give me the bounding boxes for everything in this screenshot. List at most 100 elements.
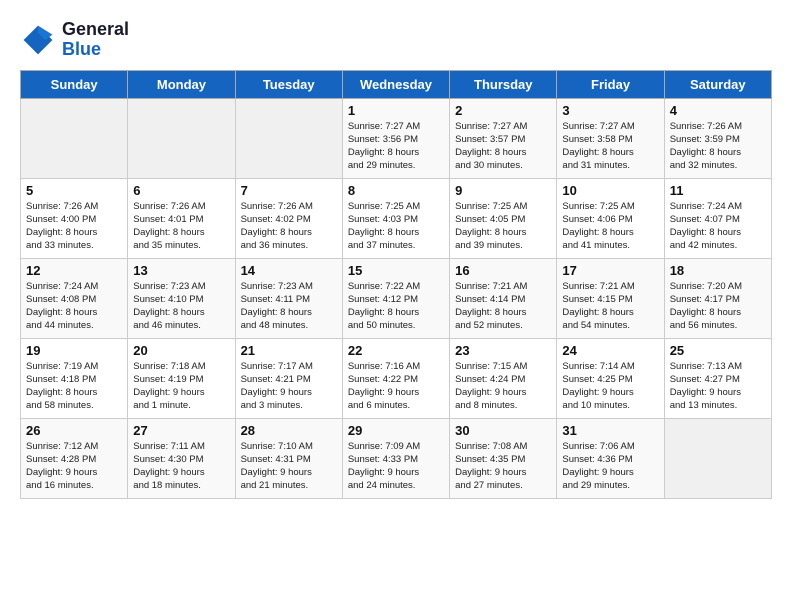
weekday-header-row: SundayMondayTuesdayWednesdayThursdayFrid… <box>21 70 772 98</box>
day-number: 24 <box>562 343 658 358</box>
calendar-cell: 8 Sunrise: 7:25 AM Sunset: 4:03 PM Daylig… <box>342 178 449 258</box>
calendar-cell: 13 Sunrise: 7:23 AM Sunset: 4:10 PM Dayli… <box>128 258 235 338</box>
day-number: 6 <box>133 183 229 198</box>
day-info: Sunrise: 7:26 AM Sunset: 3:59 PM Dayligh… <box>670 120 766 173</box>
day-number: 23 <box>455 343 551 358</box>
calendar-cell: 26 Sunrise: 7:12 AM Sunset: 4:28 PM Dayli… <box>21 418 128 498</box>
day-number: 19 <box>26 343 122 358</box>
page-header: General Blue <box>20 20 772 60</box>
calendar-cell <box>21 98 128 178</box>
day-info: Sunrise: 7:11 AM Sunset: 4:30 PM Dayligh… <box>133 440 229 493</box>
calendar-cell: 19Sunrise: 7:19 AM Sunset: 4:18 PM Dayli… <box>21 338 128 418</box>
calendar-cell: 16 Sunrise: 7:21 AM Sunset: 4:14 PM Dayli… <box>450 258 557 338</box>
day-info: Sunrise: 7:10 AM Sunset: 4:31 PM Dayligh… <box>241 440 337 493</box>
day-info: Sunrise: 7:23 AM Sunset: 4:11 PM Dayligh… <box>241 280 337 333</box>
day-number: 11 <box>670 183 766 198</box>
day-number: 21 <box>241 343 337 358</box>
day-number: 8 <box>348 183 444 198</box>
calendar-cell: 4 Sunrise: 7:26 AM Sunset: 3:59 PM Daylig… <box>664 98 771 178</box>
calendar-cell: 6 Sunrise: 7:26 AM Sunset: 4:01 PM Daylig… <box>128 178 235 258</box>
day-info: Sunrise: 7:20 AM Sunset: 4:17 PM Dayligh… <box>670 280 766 333</box>
day-info: Sunrise: 7:15 AM Sunset: 4:24 PM Dayligh… <box>455 360 551 413</box>
calendar-cell: 7 Sunrise: 7:26 AM Sunset: 4:02 PM Daylig… <box>235 178 342 258</box>
logo: General Blue <box>20 20 129 60</box>
day-info: Sunrise: 7:24 AM Sunset: 4:07 PM Dayligh… <box>670 200 766 253</box>
calendar-week-row: 12Sunrise: 7:24 AM Sunset: 4:08 PM Dayli… <box>21 258 772 338</box>
day-number: 22 <box>348 343 444 358</box>
calendar-cell: 30 Sunrise: 7:08 AM Sunset: 4:35 PM Dayli… <box>450 418 557 498</box>
day-info: Sunrise: 7:23 AM Sunset: 4:10 PM Dayligh… <box>133 280 229 333</box>
calendar-cell: 15Sunrise: 7:22 AM Sunset: 4:12 PM Dayli… <box>342 258 449 338</box>
day-number: 3 <box>562 103 658 118</box>
day-number: 26 <box>26 423 122 438</box>
calendar-cell: 17Sunrise: 7:21 AM Sunset: 4:15 PM Dayli… <box>557 258 664 338</box>
calendar-cell: 27 Sunrise: 7:11 AM Sunset: 4:30 PM Dayli… <box>128 418 235 498</box>
day-number: 28 <box>241 423 337 438</box>
calendar-week-row: 5 Sunrise: 7:26 AM Sunset: 4:00 PM Daylig… <box>21 178 772 258</box>
calendar-week-row: 26 Sunrise: 7:12 AM Sunset: 4:28 PM Dayli… <box>21 418 772 498</box>
day-number: 15 <box>348 263 444 278</box>
weekday-header: Monday <box>128 70 235 98</box>
calendar-cell: 11 Sunrise: 7:24 AM Sunset: 4:07 PM Dayli… <box>664 178 771 258</box>
day-info: Sunrise: 7:25 AM Sunset: 4:06 PM Dayligh… <box>562 200 658 253</box>
day-number: 16 <box>455 263 551 278</box>
day-info: Sunrise: 7:21 AM Sunset: 4:14 PM Dayligh… <box>455 280 551 333</box>
day-number: 27 <box>133 423 229 438</box>
day-info: Sunrise: 7:26 AM Sunset: 4:02 PM Dayligh… <box>241 200 337 253</box>
day-info: Sunrise: 7:08 AM Sunset: 4:35 PM Dayligh… <box>455 440 551 493</box>
day-number: 7 <box>241 183 337 198</box>
calendar-cell: 29 Sunrise: 7:09 AM Sunset: 4:33 PM Dayli… <box>342 418 449 498</box>
calendar-cell: 1Sunrise: 7:27 AM Sunset: 3:56 PM Daylig… <box>342 98 449 178</box>
calendar-cell: 21 Sunrise: 7:17 AM Sunset: 4:21 PM Dayli… <box>235 338 342 418</box>
calendar-cell: 25Sunrise: 7:13 AM Sunset: 4:27 PM Dayli… <box>664 338 771 418</box>
calendar-week-row: 1Sunrise: 7:27 AM Sunset: 3:56 PM Daylig… <box>21 98 772 178</box>
day-number: 13 <box>133 263 229 278</box>
day-number: 4 <box>670 103 766 118</box>
calendar-cell: 22 Sunrise: 7:16 AM Sunset: 4:22 PM Dayli… <box>342 338 449 418</box>
weekday-header: Thursday <box>450 70 557 98</box>
day-number: 30 <box>455 423 551 438</box>
calendar-cell: 28 Sunrise: 7:10 AM Sunset: 4:31 PM Dayli… <box>235 418 342 498</box>
day-number: 18 <box>670 263 766 278</box>
day-info: Sunrise: 7:27 AM Sunset: 3:56 PM Dayligh… <box>348 120 444 173</box>
calendar-cell: 10 Sunrise: 7:25 AM Sunset: 4:06 PM Dayli… <box>557 178 664 258</box>
calendar-cell: 31 Sunrise: 7:06 AM Sunset: 4:36 PM Dayli… <box>557 418 664 498</box>
day-info: Sunrise: 7:12 AM Sunset: 4:28 PM Dayligh… <box>26 440 122 493</box>
weekday-header: Sunday <box>21 70 128 98</box>
logo-icon <box>20 22 56 58</box>
weekday-header: Tuesday <box>235 70 342 98</box>
calendar-cell <box>235 98 342 178</box>
calendar-cell: 12Sunrise: 7:24 AM Sunset: 4:08 PM Dayli… <box>21 258 128 338</box>
day-number: 10 <box>562 183 658 198</box>
day-info: Sunrise: 7:17 AM Sunset: 4:21 PM Dayligh… <box>241 360 337 413</box>
day-info: Sunrise: 7:16 AM Sunset: 4:22 PM Dayligh… <box>348 360 444 413</box>
day-info: Sunrise: 7:14 AM Sunset: 4:25 PM Dayligh… <box>562 360 658 413</box>
day-number: 29 <box>348 423 444 438</box>
day-info: Sunrise: 7:09 AM Sunset: 4:33 PM Dayligh… <box>348 440 444 493</box>
day-number: 2 <box>455 103 551 118</box>
day-number: 5 <box>26 183 122 198</box>
calendar-cell: 20 Sunrise: 7:18 AM Sunset: 4:19 PM Dayli… <box>128 338 235 418</box>
calendar-week-row: 19Sunrise: 7:19 AM Sunset: 4:18 PM Dayli… <box>21 338 772 418</box>
calendar-cell: 5 Sunrise: 7:26 AM Sunset: 4:00 PM Daylig… <box>21 178 128 258</box>
calendar-table: SundayMondayTuesdayWednesdayThursdayFrid… <box>20 70 772 499</box>
day-info: Sunrise: 7:27 AM Sunset: 3:58 PM Dayligh… <box>562 120 658 173</box>
calendar-cell: 23 Sunrise: 7:15 AM Sunset: 4:24 PM Dayli… <box>450 338 557 418</box>
calendar-cell: 2 Sunrise: 7:27 AM Sunset: 3:57 PM Daylig… <box>450 98 557 178</box>
day-number: 31 <box>562 423 658 438</box>
day-number: 20 <box>133 343 229 358</box>
day-info: Sunrise: 7:13 AM Sunset: 4:27 PM Dayligh… <box>670 360 766 413</box>
weekday-header: Friday <box>557 70 664 98</box>
weekday-header: Saturday <box>664 70 771 98</box>
day-info: Sunrise: 7:26 AM Sunset: 4:01 PM Dayligh… <box>133 200 229 253</box>
day-info: Sunrise: 7:25 AM Sunset: 4:03 PM Dayligh… <box>348 200 444 253</box>
calendar-cell <box>664 418 771 498</box>
logo-text: General Blue <box>62 20 129 60</box>
day-info: Sunrise: 7:27 AM Sunset: 3:57 PM Dayligh… <box>455 120 551 173</box>
day-info: Sunrise: 7:26 AM Sunset: 4:00 PM Dayligh… <box>26 200 122 253</box>
calendar-cell: 24 Sunrise: 7:14 AM Sunset: 4:25 PM Dayli… <box>557 338 664 418</box>
calendar-cell: 3 Sunrise: 7:27 AM Sunset: 3:58 PM Daylig… <box>557 98 664 178</box>
day-info: Sunrise: 7:25 AM Sunset: 4:05 PM Dayligh… <box>455 200 551 253</box>
day-info: Sunrise: 7:18 AM Sunset: 4:19 PM Dayligh… <box>133 360 229 413</box>
day-info: Sunrise: 7:06 AM Sunset: 4:36 PM Dayligh… <box>562 440 658 493</box>
